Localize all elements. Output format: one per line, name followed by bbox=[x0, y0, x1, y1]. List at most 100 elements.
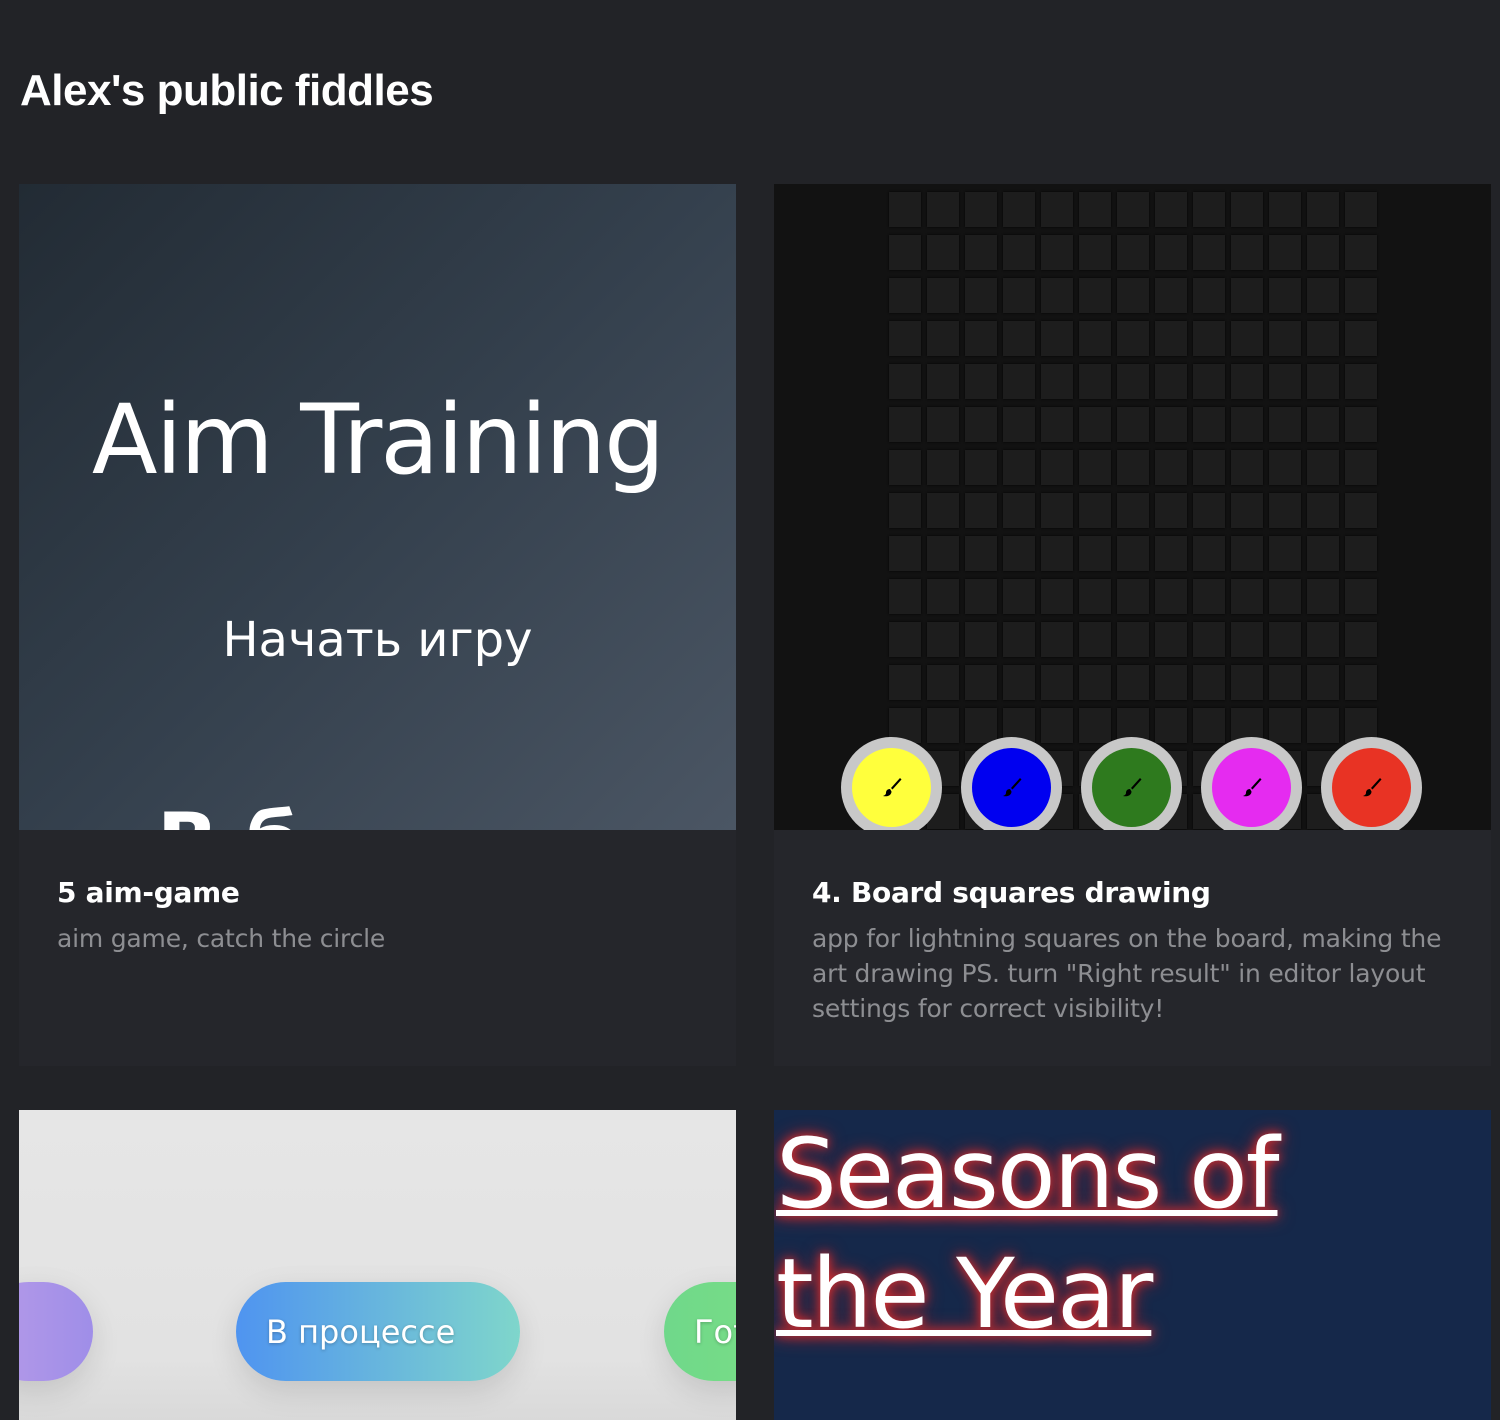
fiddle-card-board-squares[interactable]: 4. Board squares drawing app for lightni… bbox=[774, 184, 1491, 1066]
board-square[interactable] bbox=[1307, 407, 1339, 442]
board-square[interactable] bbox=[1041, 192, 1073, 227]
color-swatch[interactable] bbox=[841, 737, 942, 830]
board-square[interactable] bbox=[1003, 622, 1035, 657]
board-square[interactable] bbox=[1269, 665, 1301, 700]
board-square[interactable] bbox=[1079, 493, 1111, 528]
board-square[interactable] bbox=[1155, 321, 1187, 356]
board-square[interactable] bbox=[1155, 622, 1187, 657]
board-square[interactable] bbox=[1269, 622, 1301, 657]
board-square[interactable] bbox=[1117, 665, 1149, 700]
board-square[interactable] bbox=[927, 235, 959, 270]
board-square[interactable] bbox=[1155, 407, 1187, 442]
board-square[interactable] bbox=[1117, 278, 1149, 313]
board-square[interactable] bbox=[1117, 364, 1149, 399]
board-square[interactable] bbox=[1193, 407, 1225, 442]
board-square[interactable] bbox=[1231, 579, 1263, 614]
board-square[interactable] bbox=[1041, 235, 1073, 270]
board-square[interactable] bbox=[1155, 536, 1187, 571]
board-square[interactable] bbox=[1003, 665, 1035, 700]
board-square[interactable] bbox=[965, 622, 997, 657]
board-square[interactable] bbox=[1345, 364, 1377, 399]
board-square[interactable] bbox=[1155, 364, 1187, 399]
board-square[interactable] bbox=[927, 278, 959, 313]
board-square[interactable] bbox=[1345, 192, 1377, 227]
board-square[interactable] bbox=[1231, 407, 1263, 442]
board-square[interactable] bbox=[1041, 321, 1073, 356]
board-square[interactable] bbox=[1193, 536, 1225, 571]
board-square[interactable] bbox=[1345, 450, 1377, 485]
fiddle-card-seasons[interactable]: Seasons of the Year bbox=[774, 1110, 1491, 1420]
board-square[interactable] bbox=[927, 665, 959, 700]
board-square[interactable] bbox=[1003, 364, 1035, 399]
board-square[interactable] bbox=[1079, 407, 1111, 442]
board-square[interactable] bbox=[1345, 321, 1377, 356]
board-square[interactable] bbox=[1079, 278, 1111, 313]
board-square[interactable] bbox=[1041, 407, 1073, 442]
board-square[interactable] bbox=[965, 407, 997, 442]
board-square[interactable] bbox=[1003, 450, 1035, 485]
board-square[interactable] bbox=[1307, 235, 1339, 270]
board-square[interactable] bbox=[889, 278, 921, 313]
board-square[interactable] bbox=[927, 450, 959, 485]
board-square[interactable] bbox=[1155, 235, 1187, 270]
board-square[interactable] bbox=[1269, 235, 1301, 270]
board-square[interactable] bbox=[1079, 536, 1111, 571]
board-square[interactable] bbox=[889, 665, 921, 700]
fiddle-preview[interactable]: В процессе Гот bbox=[19, 1110, 736, 1420]
board-square[interactable] bbox=[1307, 493, 1339, 528]
board-square[interactable] bbox=[1231, 321, 1263, 356]
color-swatch[interactable] bbox=[1321, 737, 1422, 830]
board-square[interactable] bbox=[1079, 321, 1111, 356]
board-square[interactable] bbox=[1193, 579, 1225, 614]
board-square[interactable] bbox=[889, 493, 921, 528]
board-square[interactable] bbox=[1041, 493, 1073, 528]
color-swatch[interactable] bbox=[961, 737, 1062, 830]
board-square[interactable] bbox=[1003, 579, 1035, 614]
board-square[interactable] bbox=[965, 364, 997, 399]
board-square[interactable] bbox=[1307, 665, 1339, 700]
board-square[interactable] bbox=[965, 579, 997, 614]
board-square[interactable] bbox=[1231, 493, 1263, 528]
board-square[interactable] bbox=[965, 536, 997, 571]
board-square[interactable] bbox=[927, 407, 959, 442]
board-square[interactable] bbox=[889, 450, 921, 485]
board-square[interactable] bbox=[1269, 536, 1301, 571]
board-square[interactable] bbox=[1041, 450, 1073, 485]
board-square[interactable] bbox=[889, 407, 921, 442]
board-square[interactable] bbox=[1231, 278, 1263, 313]
board-square[interactable] bbox=[1193, 450, 1225, 485]
color-swatch[interactable] bbox=[1201, 737, 1302, 830]
board-square[interactable] bbox=[1003, 278, 1035, 313]
board-square[interactable] bbox=[1231, 536, 1263, 571]
fiddle-preview[interactable]: Aim Training Начать игру В б bbox=[19, 184, 736, 830]
fiddle-preview[interactable]: Seasons of the Year bbox=[774, 1110, 1491, 1420]
board-square[interactable] bbox=[1117, 536, 1149, 571]
board-square[interactable] bbox=[889, 579, 921, 614]
board-square[interactable] bbox=[1041, 665, 1073, 700]
board-square[interactable] bbox=[965, 665, 997, 700]
board-square[interactable] bbox=[1155, 665, 1187, 700]
board-square[interactable] bbox=[1307, 622, 1339, 657]
board-square[interactable] bbox=[1041, 536, 1073, 571]
board-square[interactable] bbox=[1345, 278, 1377, 313]
board-square[interactable] bbox=[1193, 364, 1225, 399]
board-square[interactable] bbox=[1307, 450, 1339, 485]
board-square[interactable] bbox=[1307, 364, 1339, 399]
board-square[interactable] bbox=[1231, 450, 1263, 485]
board-square[interactable] bbox=[1269, 321, 1301, 356]
board-square[interactable] bbox=[889, 192, 921, 227]
board-square[interactable] bbox=[1193, 278, 1225, 313]
fiddle-card-aim-game[interactable]: Aim Training Начать игру В б 5 aim-game … bbox=[19, 184, 736, 1066]
board-square[interactable] bbox=[927, 493, 959, 528]
board-square[interactable] bbox=[889, 235, 921, 270]
board-square[interactable] bbox=[1117, 321, 1149, 356]
board-square[interactable] bbox=[1117, 235, 1149, 270]
board-square[interactable] bbox=[1193, 235, 1225, 270]
fiddle-preview[interactable] bbox=[774, 184, 1491, 830]
board-square[interactable] bbox=[1155, 450, 1187, 485]
board-square[interactable] bbox=[1155, 192, 1187, 227]
board-square[interactable] bbox=[1079, 235, 1111, 270]
board-square[interactable] bbox=[927, 321, 959, 356]
board-square[interactable] bbox=[1345, 493, 1377, 528]
board-square[interactable] bbox=[1003, 493, 1035, 528]
